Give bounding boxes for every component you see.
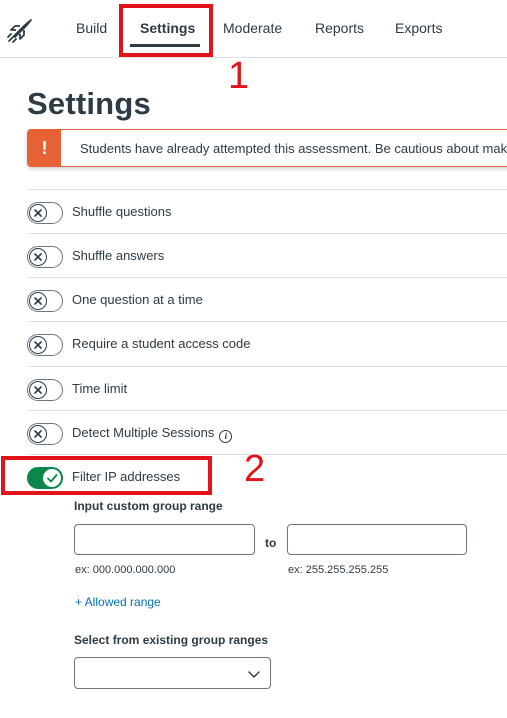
existing-ranges-select[interactable] [74,657,271,689]
one-question-toggle[interactable] [27,290,63,312]
annotation-number-2: 2 [244,448,266,490]
to-hint: ex: 255.255.255.255 [288,564,389,576]
tab-settings[interactable]: Settings [140,20,195,36]
setting-row-shuffle-answers: Shuffle answers [27,233,507,277]
setting-row-one-question: One question at a time [27,277,507,321]
setting-row-filter-ip: Filter IP addresses [27,454,507,498]
setting-row-time-limit: Time limit [27,366,507,410]
setting-label: Detect Multiple Sessions i [72,425,233,443]
filter-ip-toggle[interactable] [27,467,63,489]
tab-build[interactable]: Build [76,20,107,36]
tab-exports[interactable]: Exports [395,20,442,36]
x-icon [29,336,47,354]
x-icon [29,292,47,310]
warning-icon: ! [28,130,61,166]
shuffle-questions-toggle[interactable] [27,202,63,224]
setting-row-detect-sessions: Detect Multiple Sessions i [27,410,507,454]
shuffle-answers-toggle[interactable] [27,246,63,268]
access-code-toggle[interactable] [27,334,63,356]
time-limit-toggle[interactable] [27,379,63,401]
setting-label: Shuffle answers [72,248,165,263]
setting-label: Require a student access code [72,336,251,351]
range-from-input[interactable] [74,524,255,555]
annotation-number-1: 1 [228,55,250,97]
add-allowed-range-link[interactable]: + Allowed range [75,595,161,609]
setting-row-access-code: Require a student access code [27,321,507,365]
chevron-down-icon [248,671,260,678]
alert-message: Students have already attempted this ass… [80,141,507,156]
setting-row-shuffle-questions: Shuffle questions [27,189,507,233]
to-label: to [265,536,277,550]
from-hint: ex: 000.000.000.000 [75,564,176,576]
tab-moderate[interactable]: Moderate [223,20,282,36]
x-icon [29,425,47,443]
setting-label-text: Detect Multiple Sessions [72,425,215,440]
check-icon [43,469,61,487]
rocket-icon[interactable] [6,16,34,44]
setting-label: One question at a time [72,292,203,307]
top-navigation: Build Settings Moderate Reports Exports [0,0,507,58]
range-to-input[interactable] [287,524,467,555]
setting-label: Filter IP addresses [72,469,181,484]
info-icon[interactable]: i [219,430,233,443]
x-icon [29,381,47,399]
page-title: Settings [27,86,151,121]
setting-label: Shuffle questions [72,204,172,219]
tab-reports[interactable]: Reports [315,20,364,36]
detect-sessions-toggle[interactable] [27,423,63,445]
existing-ranges-label: Select from existing group ranges [74,633,269,647]
warning-alert: ! Students have already attempted this a… [27,129,507,167]
x-icon [29,204,47,222]
active-tab-indicator [130,44,200,47]
custom-range-label: Input custom group range [74,499,223,513]
x-icon [29,248,47,266]
setting-label: Time limit [72,381,128,396]
